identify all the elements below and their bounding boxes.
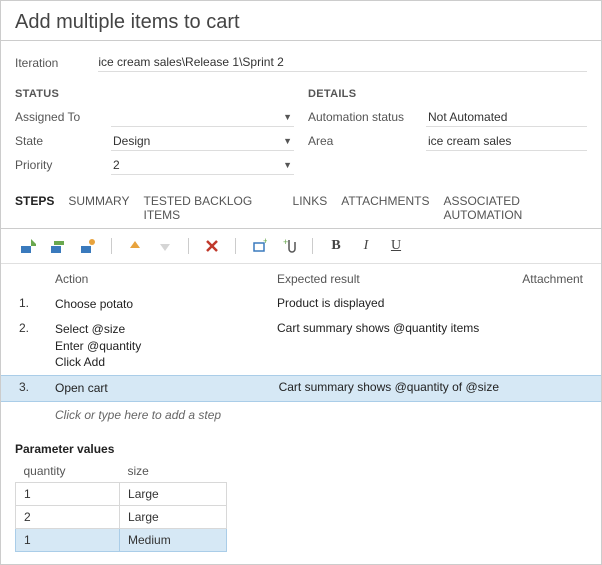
- separator: [188, 238, 189, 254]
- details-column: DETAILS Automation status Not Automated …: [308, 86, 587, 178]
- steps-toolbar: + + B I U: [1, 229, 601, 264]
- param-size[interactable]: Medium: [120, 528, 227, 551]
- italic-icon[interactable]: I: [357, 237, 375, 255]
- area-label: Area: [308, 134, 426, 148]
- iteration-row: Iteration ice cream sales\Release 1\Spri…: [1, 41, 601, 86]
- step-expected[interactable]: Product is displayed: [277, 296, 503, 310]
- col-expected: Expected result: [277, 272, 503, 286]
- add-parameter-icon[interactable]: +: [250, 237, 268, 255]
- parameter-table: quantity size 1Large2Large1Medium: [15, 460, 227, 552]
- priority-value: 2: [113, 158, 120, 172]
- state-value: Design: [113, 134, 150, 148]
- move-up-icon[interactable]: [126, 237, 144, 255]
- status-column: STATUS Assigned To ▼ State Design ▼ Prio…: [15, 86, 294, 178]
- state-row: State Design ▼: [15, 130, 294, 152]
- area-row: Area ice cream sales: [308, 130, 587, 152]
- underline-icon[interactable]: U: [387, 237, 405, 255]
- priority-field[interactable]: 2 ▼: [111, 155, 294, 175]
- param-header-quantity[interactable]: quantity: [16, 460, 120, 483]
- param-quantity[interactable]: 2: [16, 505, 120, 528]
- automation-status-field[interactable]: Not Automated: [426, 107, 587, 127]
- add-step-placeholder[interactable]: Click or type here to add a step: [1, 402, 601, 438]
- area-field[interactable]: ice cream sales: [426, 131, 587, 151]
- step-action[interactable]: Select @sizeEnter @quantityClick Add: [55, 321, 277, 371]
- steps-body: 1.Choose potatoProduct is displayed2.Sel…: [1, 292, 601, 402]
- step-row[interactable]: 1.Choose potatoProduct is displayed: [1, 292, 601, 317]
- area-value: ice cream sales: [428, 134, 511, 148]
- param-quantity[interactable]: 1: [16, 528, 120, 551]
- step-action[interactable]: Open cart: [55, 380, 277, 397]
- bold-icon[interactable]: B: [327, 237, 345, 255]
- param-quantity[interactable]: 1: [16, 482, 120, 505]
- step-expected[interactable]: Cart summary shows @quantity items: [277, 321, 503, 335]
- separator: [312, 238, 313, 254]
- iteration-field[interactable]: ice cream sales\Release 1\Sprint 2: [98, 53, 587, 72]
- details-heading: DETAILS: [308, 86, 587, 106]
- meta-section: STATUS Assigned To ▼ State Design ▼ Prio…: [1, 86, 601, 188]
- priority-row: Priority 2 ▼: [15, 154, 294, 176]
- chevron-down-icon: ▼: [283, 112, 292, 122]
- step-number: 3.: [19, 380, 55, 394]
- steps-headers: Action Expected result Attachment: [1, 264, 601, 292]
- separator: [111, 238, 112, 254]
- assigned-to-row: Assigned To ▼: [15, 106, 294, 128]
- automation-status-value: Not Automated: [428, 110, 507, 124]
- automation-status-label: Automation status: [308, 110, 426, 124]
- svg-text:+: +: [263, 238, 267, 246]
- assigned-to-field[interactable]: ▼: [111, 107, 294, 127]
- tab-attachments[interactable]: ATTACHMENTS: [341, 194, 429, 222]
- param-row[interactable]: 1Medium: [16, 528, 227, 551]
- param-row[interactable]: 2Large: [16, 505, 227, 528]
- insert-shared-step-icon[interactable]: [49, 237, 67, 255]
- tab-steps[interactable]: STEPS: [15, 194, 54, 222]
- state-field[interactable]: Design ▼: [111, 131, 294, 151]
- param-row[interactable]: 1Large: [16, 482, 227, 505]
- attach-file-icon[interactable]: +: [280, 237, 298, 255]
- param-header-size[interactable]: size: [120, 460, 227, 483]
- step-action[interactable]: Choose potato: [55, 296, 277, 313]
- parameter-values-title: Parameter values: [15, 442, 587, 460]
- col-action: Action: [55, 272, 277, 286]
- chevron-down-icon: ▼: [283, 160, 292, 170]
- step-row[interactable]: 3.Open cartCart summary shows @quantity …: [1, 375, 601, 402]
- assigned-to-label: Assigned To: [15, 110, 111, 124]
- step-expected[interactable]: Cart summary shows @quantity of @size: [277, 380, 503, 394]
- create-shared-step-icon[interactable]: [79, 237, 97, 255]
- param-size[interactable]: Large: [120, 482, 227, 505]
- insert-step-icon[interactable]: [19, 237, 37, 255]
- automation-status-row: Automation status Not Automated: [308, 106, 587, 128]
- parameter-values-section: Parameter values quantity size 1Large2La…: [1, 438, 601, 564]
- step-number: 2.: [19, 321, 55, 335]
- tab-associated-automation[interactable]: ASSOCIATED AUTOMATION: [443, 194, 587, 222]
- tab-summary[interactable]: SUMMARY: [68, 194, 129, 222]
- priority-label: Priority: [15, 158, 111, 172]
- svg-text:+: +: [283, 238, 288, 247]
- col-attachment: Attachment: [503, 272, 583, 286]
- separator: [235, 238, 236, 254]
- step-row[interactable]: 2.Select @sizeEnter @quantityClick AddCa…: [1, 317, 601, 375]
- col-num: [19, 272, 55, 286]
- step-number: 1.: [19, 296, 55, 310]
- param-size[interactable]: Large: [120, 505, 227, 528]
- tab-bar: STEPS SUMMARY TESTED BACKLOG ITEMS LINKS…: [1, 188, 601, 229]
- tab-links[interactable]: LINKS: [293, 194, 328, 222]
- iteration-label: Iteration: [15, 56, 58, 70]
- tab-tested-backlog[interactable]: TESTED BACKLOG ITEMS: [143, 194, 278, 222]
- status-heading: STATUS: [15, 86, 294, 106]
- chevron-down-icon: ▼: [283, 136, 292, 146]
- state-label: State: [15, 134, 111, 148]
- delete-step-icon[interactable]: [203, 237, 221, 255]
- move-down-icon[interactable]: [156, 237, 174, 255]
- page-title: Add multiple items to cart: [1, 1, 601, 41]
